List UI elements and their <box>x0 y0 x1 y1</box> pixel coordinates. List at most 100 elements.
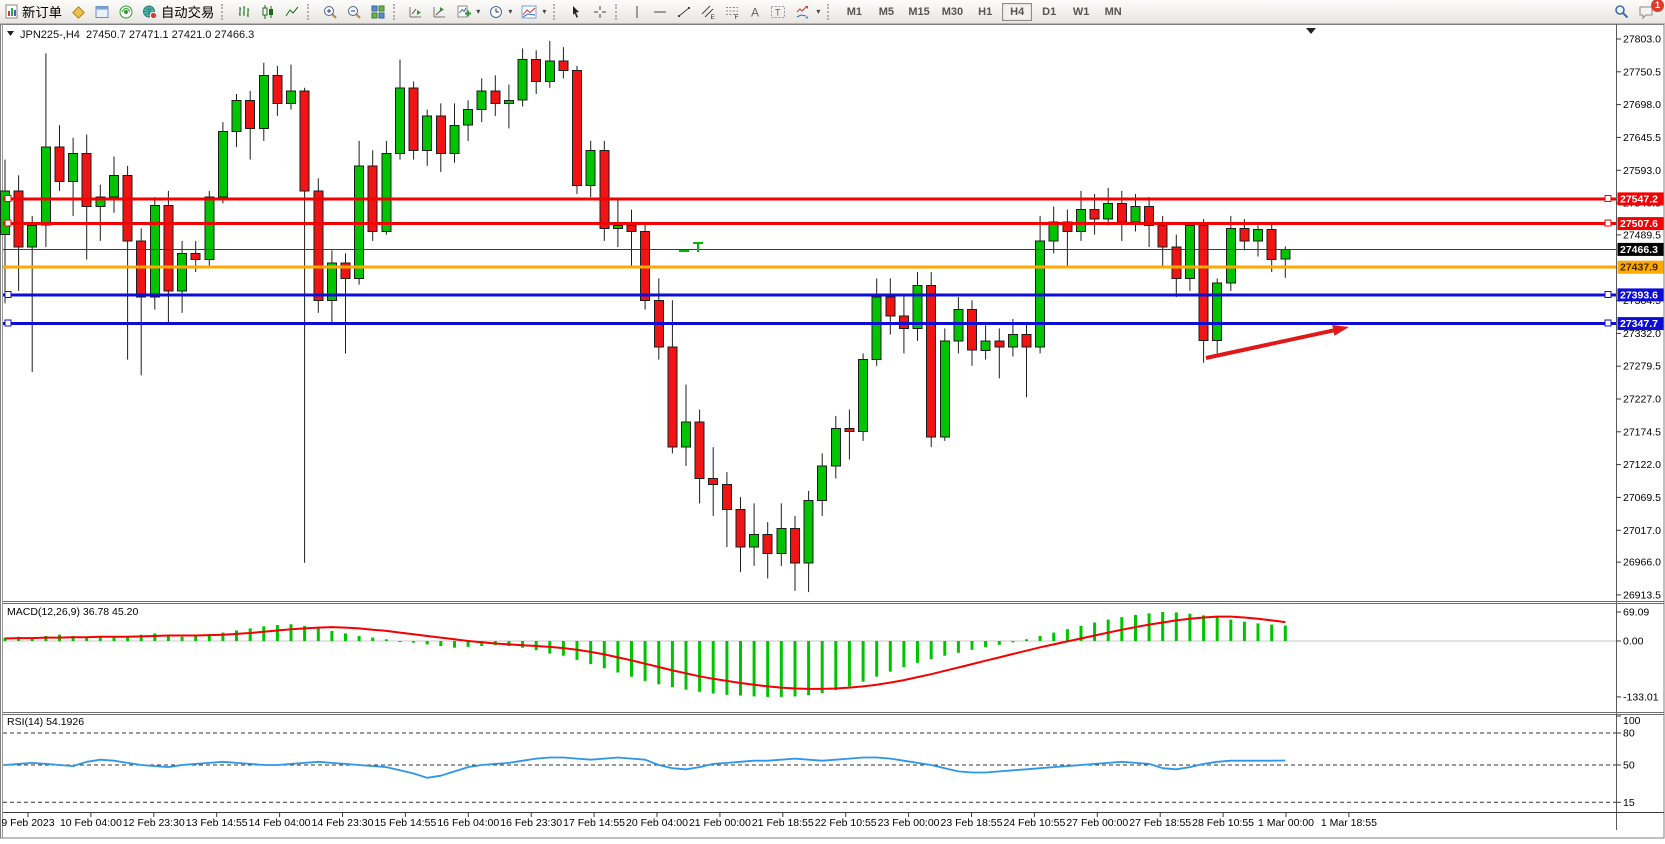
timeframe-M1[interactable]: M1 <box>839 3 869 21</box>
new-chart-icon <box>456 4 472 20</box>
indicators-button[interactable]: ▾ <box>516 2 550 22</box>
search-button[interactable] <box>1609 2 1634 22</box>
macd-label: MACD(12,26,9) 36.78 45.20 <box>7 606 138 618</box>
rsi-panel: RSI(14) 54.1926100805015 <box>3 715 1641 809</box>
svg-text:0.00: 0.00 <box>1623 636 1644 648</box>
text-label-button[interactable]: T <box>766 2 790 22</box>
dropdown-caret-icon: ▾ <box>542 7 546 16</box>
line-chart-button[interactable] <box>280 2 304 22</box>
svg-text:27466.3: 27466.3 <box>1620 244 1658 256</box>
svg-text:14 Feb 04:00: 14 Feb 04:00 <box>249 817 311 829</box>
period-button[interactable]: ▾ <box>484 2 516 22</box>
autotrading-button[interactable]: 自动交易 <box>138 2 218 22</box>
svg-text:27645.5: 27645.5 <box>1623 132 1661 144</box>
new-chart-button[interactable]: ▾ <box>452 2 484 22</box>
timeframe-W1[interactable]: W1 <box>1066 3 1096 21</box>
arrows-button[interactable]: ▾ <box>790 2 824 22</box>
svg-text:27069.5: 27069.5 <box>1623 492 1661 504</box>
horizontal-line-button[interactable] <box>648 2 672 22</box>
svg-text:1 Mar 18:55: 1 Mar 18:55 <box>1321 817 1377 829</box>
chart-shift-button[interactable] <box>428 2 452 22</box>
horizontal-line-objects[interactable] <box>3 195 1616 326</box>
svg-text:27 Feb 00:00: 27 Feb 00:00 <box>1066 817 1128 829</box>
price-axis: 27803.027750.527698.027645.527593.027540… <box>1616 34 1664 602</box>
text-icon: A <box>748 4 762 20</box>
price-label-27547.2: 27547.2 <box>1618 192 1664 205</box>
svg-text:27347.7: 27347.7 <box>1620 318 1658 330</box>
dropdown-caret-icon: ▾ <box>508 7 512 16</box>
trade-markers <box>679 243 703 252</box>
svg-text:69.09: 69.09 <box>1623 607 1649 619</box>
timeframe-H1[interactable]: H1 <box>970 3 1000 21</box>
price-label-27347.7: 27347.7 <box>1618 317 1664 330</box>
timeframe-H4[interactable]: H4 <box>1002 3 1032 21</box>
svg-text:12 Feb 23:30: 12 Feb 23:30 <box>123 817 185 829</box>
market-watch-button[interactable] <box>66 2 90 22</box>
svg-text:T: T <box>775 7 781 17</box>
rsi-line <box>5 758 1285 778</box>
svg-text:80: 80 <box>1623 728 1635 740</box>
price-label-27466.3: 27466.3 <box>1618 243 1664 256</box>
crosshair-icon <box>592 4 608 20</box>
svg-text:20 Feb 04:00: 20 Feb 04:00 <box>626 817 688 829</box>
crosshair-button[interactable] <box>588 2 612 22</box>
timeframe-M5[interactable]: M5 <box>871 3 901 21</box>
timeframe-group: M1M5M15M30H1H4D1W1MN <box>838 3 1129 21</box>
indicators-icon <box>520 4 538 20</box>
timeframe-MN[interactable]: MN <box>1098 3 1128 21</box>
svg-text:16 Feb 04:00: 16 Feb 04:00 <box>437 817 499 829</box>
zoom-out-button[interactable] <box>342 2 366 22</box>
timeframe-M30[interactable]: M30 <box>937 3 968 21</box>
svg-text:23 Feb 18:55: 23 Feb 18:55 <box>941 817 1003 829</box>
trendline-button[interactable] <box>672 2 696 22</box>
dropdown-caret-icon: ▾ <box>476 7 480 16</box>
market-watch-icon <box>70 4 86 20</box>
svg-text:9 Feb 2023: 9 Feb 2023 <box>1 817 54 829</box>
data-window-button[interactable] <box>90 2 114 22</box>
cursor-button[interactable] <box>564 2 588 22</box>
time-axis: 9 Feb 202310 Feb 04:0012 Feb 23:3013 Feb… <box>1 812 1377 829</box>
chart-shift-icon <box>432 4 448 20</box>
text-button[interactable]: A <box>744 2 766 22</box>
vertical-line-button[interactable] <box>626 2 648 22</box>
svg-text:27 Feb 18:55: 27 Feb 18:55 <box>1129 817 1191 829</box>
toolbar-grip <box>553 4 559 20</box>
svg-text:27279.5: 27279.5 <box>1623 361 1661 373</box>
fibonacci-button[interactable]: F <box>720 2 744 22</box>
text-label-icon: T <box>770 4 786 20</box>
tile-windows-button[interactable] <box>366 2 390 22</box>
horizontal-line-icon <box>652 4 668 20</box>
auto-scroll-icon <box>408 4 424 20</box>
timeframe-M15[interactable]: M15 <box>903 3 934 21</box>
svg-text:15 Feb 14:55: 15 Feb 14:55 <box>374 817 436 829</box>
search-icon <box>1613 3 1630 20</box>
price-label-27393.6: 27393.6 <box>1618 288 1664 301</box>
timeframe-D1[interactable]: D1 <box>1034 3 1064 21</box>
svg-text:27507.6: 27507.6 <box>1620 218 1658 230</box>
new-order-button[interactable]: 新订单 <box>0 2 66 22</box>
arrows-icon <box>794 4 812 20</box>
channel-button[interactable]: E <box>696 2 720 22</box>
zoom-out-icon <box>346 4 362 20</box>
equidistant-channel-icon: E <box>700 4 716 20</box>
dropdown-caret-icon: ▾ <box>816 7 820 16</box>
svg-text:26913.5: 26913.5 <box>1623 589 1661 601</box>
price-label-27437.9: 27437.9 <box>1618 261 1664 274</box>
data-window-icon <box>94 4 110 20</box>
svg-text:1 Mar 00:00: 1 Mar 00:00 <box>1258 817 1314 829</box>
chart-canvas[interactable]: 27803.027750.527698.027645.527593.027540… <box>0 24 1665 839</box>
navigator-button[interactable] <box>114 2 138 22</box>
arrow-annotation[interactable] <box>1206 325 1349 358</box>
notification-badge: 1 <box>1651 0 1664 12</box>
main-toolbar: 新订单 自动交易 <box>0 0 1665 24</box>
svg-text:27750.5: 27750.5 <box>1623 66 1661 78</box>
bar-chart-button[interactable] <box>232 2 256 22</box>
toolbar-grip <box>615 4 621 20</box>
candlestick-chart-button[interactable] <box>256 2 280 22</box>
cursor-icon <box>568 4 584 20</box>
notifications-button[interactable]: 1 <box>1634 2 1659 22</box>
zoom-in-button[interactable] <box>318 2 342 22</box>
svg-text:22 Feb 10:55: 22 Feb 10:55 <box>815 817 877 829</box>
auto-scroll-button[interactable] <box>404 2 428 22</box>
svg-text:E: E <box>711 14 716 20</box>
